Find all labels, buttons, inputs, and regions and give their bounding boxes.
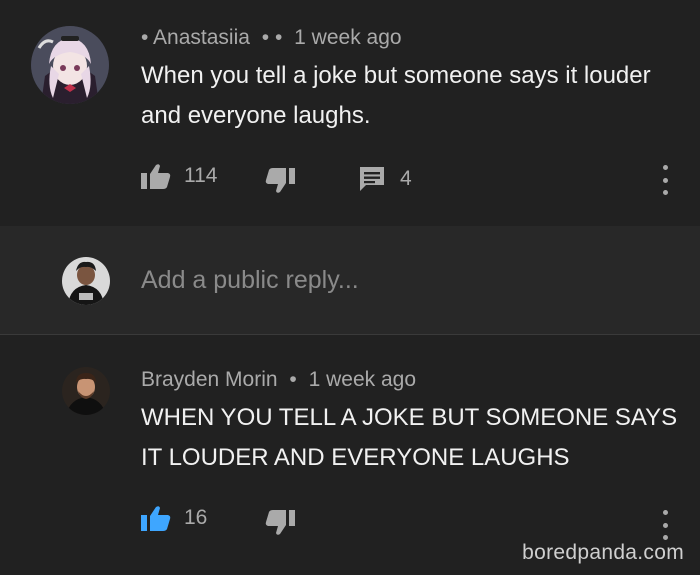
comment-timestamp[interactable]: 1 week ago [309, 368, 416, 391]
comment-text: When you tell a joke but someone says it… [141, 62, 651, 129]
thumbs-up-icon [141, 163, 171, 189]
comment-icon [358, 165, 386, 193]
comment-anastasiia: • Anastasiia • • 1 week ago When you tel… [0, 0, 700, 226]
comment-brayden: Brayden Morin • 1 week ago WHEN YOU TELL… [0, 335, 700, 575]
like-button[interactable]: 16 [141, 505, 207, 531]
reply-button[interactable]: 4 [358, 165, 412, 193]
author-name[interactable]: Anastasiia [153, 26, 250, 49]
comment-text: WHEN YOU TELL A JOKE BUT SOMEONE SAYS IT… [141, 404, 678, 471]
avatar[interactable] [62, 367, 110, 415]
comment-thread: • Anastasiia • • 1 week ago When you tel… [0, 0, 700, 575]
reply-composer: Add a public reply... [0, 226, 700, 334]
meta-separator: • [289, 368, 297, 391]
author-prefix-dot: • [141, 26, 149, 49]
dislike-button[interactable] [265, 510, 295, 536]
more-vert-icon[interactable] [658, 510, 672, 540]
dislike-button[interactable] [265, 168, 295, 194]
avatar[interactable] [31, 26, 109, 104]
author-name[interactable]: Brayden Morin [141, 368, 278, 391]
comment-timestamp[interactable]: 1 week ago [294, 26, 401, 49]
like-count: 114 [184, 164, 218, 187]
reply-input[interactable]: Add a public reply... [141, 266, 359, 295]
watermark: boredpanda.com [522, 541, 684, 564]
comment-meta: • Anastasiia • • 1 week ago [141, 26, 402, 50]
current-user-avatar [62, 257, 110, 305]
author-suffix-dots: • • [261, 26, 283, 49]
comment-meta: Brayden Morin • 1 week ago [141, 368, 416, 392]
like-count: 16 [184, 506, 208, 529]
reply-count: 4 [400, 167, 412, 190]
more-vert-icon[interactable] [658, 165, 672, 195]
thumbs-up-icon [141, 505, 171, 531]
like-button[interactable]: 114 [141, 163, 217, 189]
thumbs-down-icon [265, 510, 295, 536]
thumbs-down-icon [265, 168, 295, 194]
